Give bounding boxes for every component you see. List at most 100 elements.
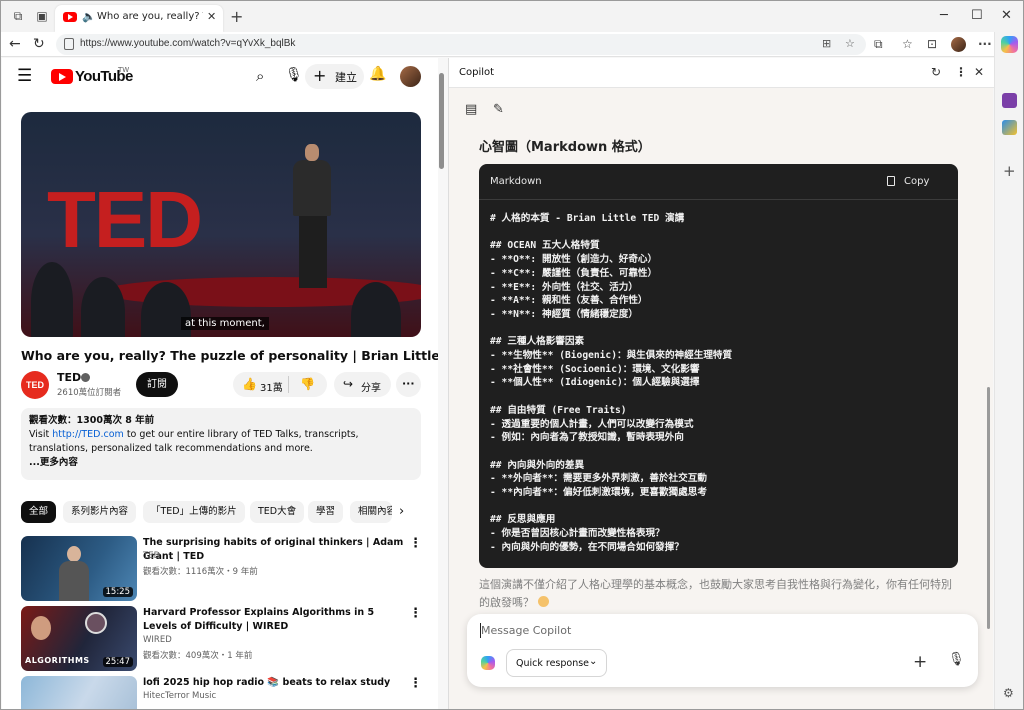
channel-name[interactable]: TED: [57, 371, 81, 384]
close-panel-icon[interactable]: ✕: [974, 65, 984, 79]
more-vert-icon[interactable]: ⋮: [409, 676, 422, 691]
response-mode-select[interactable]: Quick response ⌄: [506, 649, 607, 677]
copy-button[interactable]: Copy: [904, 176, 929, 187]
message-input[interactable]: Message Copilot: [481, 624, 571, 637]
channel-avatar[interactable]: TED: [21, 371, 49, 399]
thumbnail-person: [31, 616, 51, 640]
dislike-icon[interactable]: 👎: [300, 377, 315, 391]
video-player[interactable]: TED at this moment,: [21, 112, 421, 337]
related-video[interactable]: ALGORITHMS 25:47 Harvard Professor Expla…: [21, 606, 431, 672]
youtube-scrollbar[interactable]: [439, 61, 445, 707]
chip-ted-uploads[interactable]: 「TED」上傳的影片: [143, 501, 245, 523]
profile-avatar[interactable]: [951, 37, 966, 52]
video-thumbnail[interactable]: [21, 676, 137, 709]
copilot-sidebar-icon[interactable]: [1001, 36, 1018, 53]
screenshot-icon[interactable]: ⊡: [927, 37, 937, 51]
maximize-icon[interactable]: ☐: [971, 8, 983, 23]
copilot-scrollbar[interactable]: [987, 387, 990, 629]
refresh-icon[interactable]: ↻: [931, 65, 941, 79]
show-more-link[interactable]: ...更多內容: [29, 456, 413, 470]
menu-icon[interactable]: ☰: [17, 66, 32, 86]
mic-icon[interactable]: 🎙: [285, 67, 303, 83]
close-window-icon[interactable]: ✕: [1001, 8, 1012, 23]
browser-window: ⧉ ▣ 🔈 Who are you, really? The puzzle of…: [0, 0, 1024, 710]
video-thumbnail[interactable]: 15:25: [21, 536, 137, 601]
sidebar-toggle-icon[interactable]: ▤: [465, 102, 477, 117]
plus-icon: +: [313, 66, 327, 85]
chip-related[interactable]: 相關內容: [350, 501, 392, 523]
thumbnail-person-body: [59, 561, 89, 601]
code-line: - **外向者**：需要更多外界刺激，善於社交互動: [490, 473, 707, 485]
speaker-figure: [299, 214, 327, 288]
copilot-icon[interactable]: [481, 656, 495, 670]
lock-icon[interactable]: [64, 38, 74, 50]
subscribe-button[interactable]: 訂閱: [136, 372, 178, 397]
chevron-down-icon: ⌄: [589, 656, 598, 667]
extensions-icon[interactable]: ⧉: [874, 37, 883, 52]
youtube-page: ☰ YouTube TW ⌕ 🎙 + 建立 🔔 TED at this mome…: [2, 58, 438, 709]
notifications-icon[interactable]: 🔔: [369, 66, 386, 82]
chevron-right-icon[interactable]: ›: [399, 504, 404, 519]
share-button[interactable]: ↪ 分享: [334, 372, 391, 397]
onenote-icon[interactable]: [1002, 93, 1017, 108]
code-line: - **A**: 親和性（友善、合作性）: [490, 295, 648, 307]
region-code: TW: [118, 66, 130, 74]
favorites-icon[interactable]: ☆: [902, 37, 913, 51]
chip-ted-conference[interactable]: TED大會: [250, 501, 305, 523]
audience-silhouette: [31, 262, 73, 337]
video-description[interactable]: 觀看次數：1300萬次 8 年前 Visit http://TED.com to…: [21, 408, 421, 480]
youtube-logo-icon[interactable]: [51, 69, 73, 84]
split-screen-icon[interactable]: ⊞: [822, 37, 831, 50]
code-block: Markdown Copy # 人格的本質 - Brian Little TED…: [479, 164, 958, 568]
scrollbar-thumb[interactable]: [439, 73, 444, 169]
related-video[interactable]: lofi 2025 hip hop radio 📚 beats to relax…: [21, 676, 431, 709]
like-icon[interactable]: 👍: [242, 377, 257, 391]
video-title: Who are you, really? The puzzle of perso…: [21, 348, 438, 363]
new-chat-icon[interactable]: ✎: [493, 102, 504, 117]
channel-subscribers: 2610萬位訂閱者: [57, 388, 122, 398]
related-video[interactable]: 15:25 The surprising habits of original …: [21, 536, 431, 602]
channel-name[interactable]: TED: [143, 551, 160, 561]
tools-icon[interactable]: [1002, 120, 1017, 135]
gear-icon[interactable]: ⚙: [1003, 686, 1014, 700]
code-line: ## 自由特質 (Free Traits): [490, 404, 627, 416]
video-meta: 觀看次數：1116萬次・9 年前: [143, 567, 258, 577]
copilot-panel: Copilot ↻ ⋮ ✕ ▤ ✎ 心智圖（Markdown 格式） Markd…: [448, 58, 994, 709]
video-thumbnail[interactable]: ALGORITHMS 25:47: [21, 606, 137, 671]
more-vert-icon[interactable]: ⋮: [409, 536, 422, 551]
channel-name[interactable]: HitecTerror Music: [143, 691, 216, 701]
chip-learning[interactable]: 學習: [308, 501, 344, 523]
add-sidebar-app-icon[interactable]: +: [1003, 162, 1016, 180]
like-count[interactable]: 31萬: [260, 379, 283, 394]
more-icon[interactable]: ···: [978, 37, 992, 51]
microphone-icon[interactable]: 🎙: [948, 652, 965, 667]
browser-tab[interactable]: 🔈 Who are you, really? The puzzle of per…: [55, 5, 223, 32]
code-line: - **O**: 開放性（創造力、好奇心）: [490, 254, 658, 266]
account-avatar[interactable]: [400, 66, 421, 87]
favorite-icon[interactable]: ☆: [845, 37, 855, 50]
video-duration: 15:25: [102, 587, 133, 597]
speaker-icon[interactable]: 🔈: [82, 10, 96, 23]
add-attachment-icon[interactable]: +: [913, 652, 927, 672]
response-sentence: 這個演講不僅介紹了人格心理學的基本概念，也鼓勵大家思考自我性格與行為變化，你有任…: [479, 578, 952, 609]
more-vert-icon[interactable]: ⋮: [955, 65, 967, 79]
close-tab-icon[interactable]: ✕: [207, 10, 216, 23]
more-vert-icon[interactable]: ⋮: [409, 606, 422, 621]
minimize-icon[interactable]: ─: [940, 8, 948, 23]
create-button[interactable]: + 建立: [305, 64, 364, 89]
back-icon[interactable]: ←: [9, 36, 21, 52]
ted-link[interactable]: http://TED.com: [52, 429, 124, 440]
channel-name[interactable]: WIRED: [143, 635, 172, 645]
chip-series[interactable]: 系列影片內容: [63, 501, 137, 523]
search-icon[interactable]: ⌕: [256, 67, 264, 85]
more-actions-button[interactable]: ···: [396, 372, 421, 397]
chip-all[interactable]: 全部: [21, 501, 57, 523]
workspaces-icon[interactable]: ⧉: [11, 9, 25, 23]
copy-icon[interactable]: [887, 176, 895, 186]
new-tab-icon[interactable]: +: [230, 7, 243, 26]
url-field[interactable]: https://www.youtube.com/watch?v=qYvXk_bq…: [56, 34, 866, 55]
tab-actions-icon[interactable]: ▣: [35, 9, 49, 23]
refresh-icon[interactable]: ↻: [33, 36, 45, 52]
